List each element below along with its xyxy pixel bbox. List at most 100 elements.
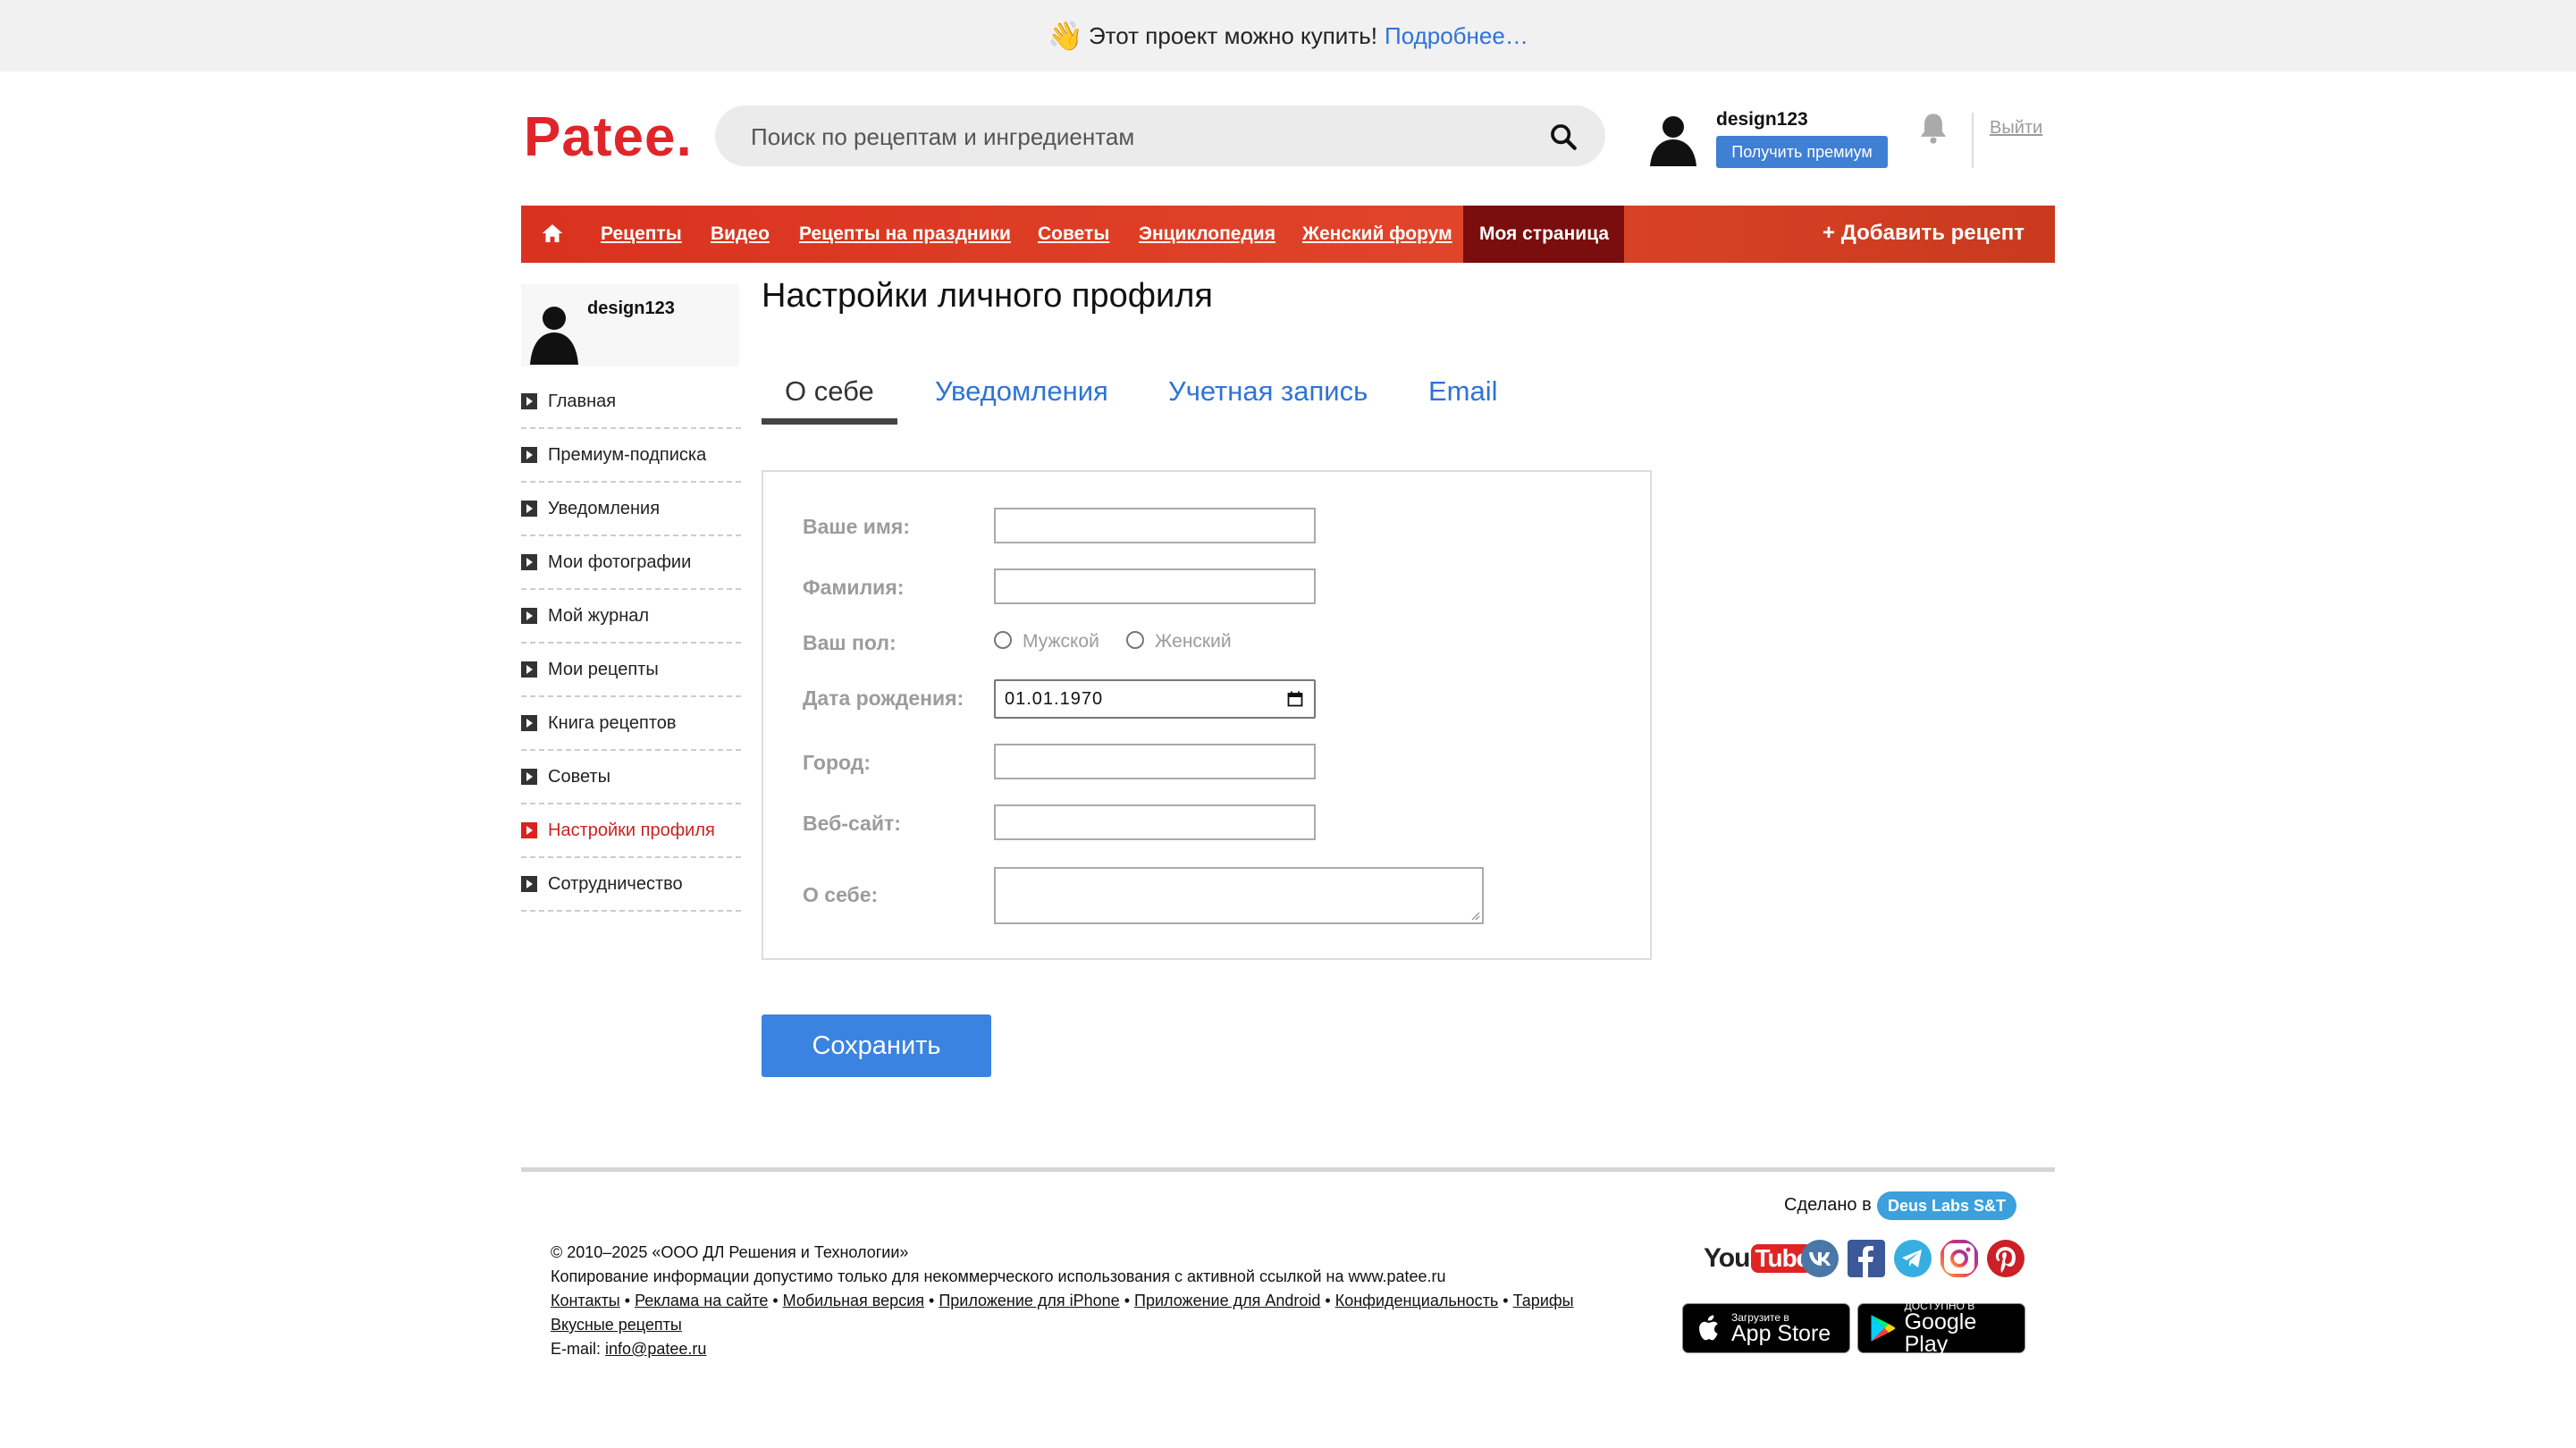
logout-link[interactable]: Выйти (1990, 118, 2042, 139)
tab-account[interactable]: Учетная запись (1168, 375, 1368, 408)
footer-divider (521, 1167, 2055, 1172)
waving-hand-icon: 👋 (1048, 20, 1083, 52)
telegram-icon[interactable] (1893, 1239, 1932, 1278)
gender-label: Ваш пол: (803, 631, 897, 654)
sidebar-item-cooperation[interactable]: Сотрудничество (521, 858, 741, 912)
user-avatar-icon[interactable] (1646, 113, 1700, 166)
app-store-badge[interactable]: Загрузите в App Store (1682, 1303, 1850, 1353)
nav-item-my-page[interactable]: Моя страница (1463, 206, 1624, 263)
youtube-icon[interactable]: You Tube (1704, 1239, 1814, 1278)
made-in-label: Сделано в (1784, 1195, 1872, 1215)
bullet-arrow-icon (521, 661, 537, 678)
social-links: You Tube (1704, 1239, 2025, 1278)
sidebar-item-my-recipes[interactable]: Мои рецепты (521, 644, 741, 697)
sidebar-item-photos[interactable]: Мои фотографии (521, 536, 741, 590)
tab-about[interactable]: О себе (785, 375, 874, 408)
footer-link-ads[interactable]: Реклама на сайте (635, 1292, 768, 1309)
header-username[interactable]: design123 (1716, 109, 1808, 130)
banner-more-link[interactable]: Подробнее… (1385, 22, 1528, 50)
footer-info: © 2010–2025 «ООО ДЛ Решения и Технологии… (551, 1241, 1574, 1361)
sidebar-item-label: Премиум-подписка (548, 444, 707, 465)
main-nav: Рецепты Видео Рецепты на праздники Совет… (521, 206, 2055, 263)
sidebar-user-card[interactable]: design123 (521, 284, 739, 366)
sidebar-item-label: Книга рецептов (548, 712, 677, 733)
footer-email-link[interactable]: info@patee.ru (605, 1340, 706, 1358)
first-name-input[interactable] (994, 508, 1316, 543)
website-label: Веб-сайт: (803, 812, 901, 835)
sidebar-item-notifications[interactable]: Уведомления (521, 483, 741, 536)
email-label: E-mail: (551, 1340, 602, 1358)
gender-female-label[interactable]: Женский (1155, 631, 1232, 652)
sidebar-menu: Главная Премиум-подписка Уведомления Мои… (521, 375, 741, 912)
sidebar-username: design123 (587, 299, 675, 318)
website-input[interactable] (994, 804, 1316, 840)
sidebar-item-journal[interactable]: Мой журнал (521, 590, 741, 644)
header-divider (1972, 113, 1974, 168)
first-name-label: Ваше имя: (803, 515, 910, 538)
sidebar-item-tips[interactable]: Советы (521, 751, 741, 804)
profile-form: Ваше имя: Фамилия: Ваш пол: Мужской Женс… (762, 470, 1652, 960)
home-icon[interactable] (539, 220, 566, 247)
sidebar-item-label: Сотрудничество (548, 873, 683, 894)
footer-link-contacts[interactable]: Контакты (551, 1292, 620, 1309)
search-icon[interactable] (1548, 122, 1578, 152)
save-button[interactable]: Сохранить (762, 1014, 991, 1077)
gender-female-radio[interactable] (1126, 631, 1144, 649)
footer-link-privacy[interactable]: Конфиденциальность (1335, 1292, 1499, 1309)
bell-icon[interactable] (1918, 111, 1949, 145)
instagram-icon[interactable] (1940, 1239, 1979, 1278)
banner-text: Этот проект можно купить! (1088, 21, 1377, 49)
gender-male-label[interactable]: Мужской (1023, 631, 1099, 652)
birthdate-label: Дата рождения: (803, 686, 964, 710)
copyright-text: © 2010–2025 «ООО ДЛ Решения и Технологии… (551, 1243, 909, 1261)
calendar-icon[interactable] (1287, 691, 1303, 707)
sidebar-item-label: Мои рецепты (548, 659, 659, 679)
sidebar-item-label: Мой журнал (548, 605, 650, 626)
bullet-arrow-icon (521, 822, 537, 838)
nav-item-recipes[interactable]: Рецепты (601, 223, 682, 245)
google-play-icon (1871, 1315, 1896, 1342)
tab-notifications[interactable]: Уведомления (935, 375, 1108, 408)
add-recipe-button[interactable]: + Добавить рецепт (1823, 221, 2025, 246)
pinterest-icon[interactable] (1986, 1239, 2025, 1278)
footer-link-tariffs[interactable]: Тарифы (1513, 1292, 1574, 1309)
sidebar-item-recipe-book[interactable]: Книга рецептов (521, 697, 741, 751)
deus-labs-badge[interactable]: Deus Labs S&T (1877, 1191, 2017, 1220)
nav-item-tips[interactable]: Советы (1038, 223, 1109, 245)
bullet-arrow-icon (521, 554, 537, 570)
search-input[interactable] (749, 105, 1539, 168)
gender-male-radio[interactable] (994, 631, 1012, 649)
footer-links: Контакты • Реклама на сайте • Мобильная верс… (551, 1292, 1574, 1309)
birthdate-input[interactable]: 01.01.1970 (994, 679, 1316, 719)
footer-link-mobile[interactable]: Мобильная версия (783, 1292, 924, 1309)
footer-link-tasty-recipes[interactable]: Вкусные рецепты (551, 1316, 682, 1334)
nav-item-holiday-recipes[interactable]: Рецепты на праздники (799, 223, 1011, 245)
last-name-label: Фамилия: (803, 576, 905, 599)
tab-email[interactable]: Email (1428, 375, 1498, 408)
page-title: Настройки личного профиля (762, 277, 1214, 315)
nav-item-video[interactable]: Видео (711, 223, 770, 245)
nav-item-encyclopedia[interactable]: Энциклопедия (1139, 223, 1275, 245)
promo-banner: 👋 Этот проект можно купить! Подробнее… (0, 0, 2576, 72)
sidebar-item-premium[interactable]: Премиум-подписка (521, 429, 741, 483)
footer-link-android-app[interactable]: Приложение для Android (1134, 1292, 1320, 1309)
last-name-input[interactable] (994, 568, 1316, 604)
sidebar-item-home[interactable]: Главная (521, 375, 741, 429)
sidebar-item-profile-settings[interactable]: Настройки профиля (521, 804, 741, 858)
sidebar-item-label: Уведомления (548, 498, 661, 518)
nav-item-women-forum[interactable]: Женский форум (1302, 223, 1452, 245)
about-textarea[interactable] (994, 867, 1484, 924)
about-label: О себе: (803, 883, 879, 906)
city-input[interactable] (994, 744, 1316, 779)
vk-icon[interactable] (1800, 1239, 1839, 1278)
sidebar-item-label: Мои фотографии (548, 551, 692, 572)
get-premium-button[interactable]: Получить премиум (1716, 136, 1888, 168)
site-logo[interactable]: Patee. (524, 105, 693, 169)
facebook-icon[interactable] (1847, 1239, 1886, 1278)
app-store-big: App Store (1731, 1320, 1831, 1346)
active-tab-indicator (762, 418, 897, 425)
footer-link-iphone-app[interactable]: Приложение для iPhone (939, 1292, 1119, 1309)
google-play-badge[interactable]: ДОСТУПНО В Google Play (1857, 1301, 2025, 1356)
copy-notice: Копирование информации допустимо только … (551, 1267, 1446, 1285)
resize-grip-icon[interactable] (1469, 910, 1480, 921)
